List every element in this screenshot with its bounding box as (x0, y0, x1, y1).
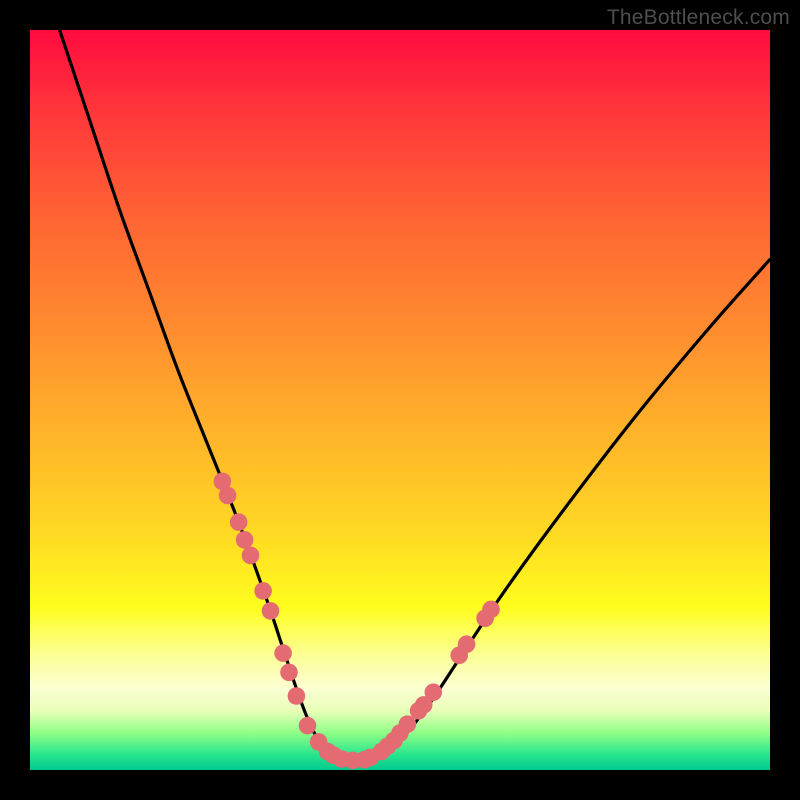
data-point (274, 644, 292, 662)
marker-layer (214, 473, 500, 770)
data-point (425, 684, 443, 702)
data-point (299, 717, 317, 735)
bottleneck-curve (60, 30, 770, 764)
data-point (262, 602, 280, 620)
data-point (458, 635, 476, 653)
chart-plot-area (30, 30, 770, 770)
curve-layer (60, 30, 770, 764)
data-point (288, 687, 306, 705)
data-point (236, 531, 254, 549)
chart-frame: TheBottleneck.com (0, 0, 800, 800)
chart-svg (30, 30, 770, 770)
watermark-text: TheBottleneck.com (607, 6, 790, 30)
data-point (254, 582, 272, 600)
data-point (219, 487, 237, 505)
data-point (482, 601, 500, 619)
data-point (230, 513, 248, 531)
data-point (242, 547, 260, 565)
data-point (280, 664, 298, 682)
